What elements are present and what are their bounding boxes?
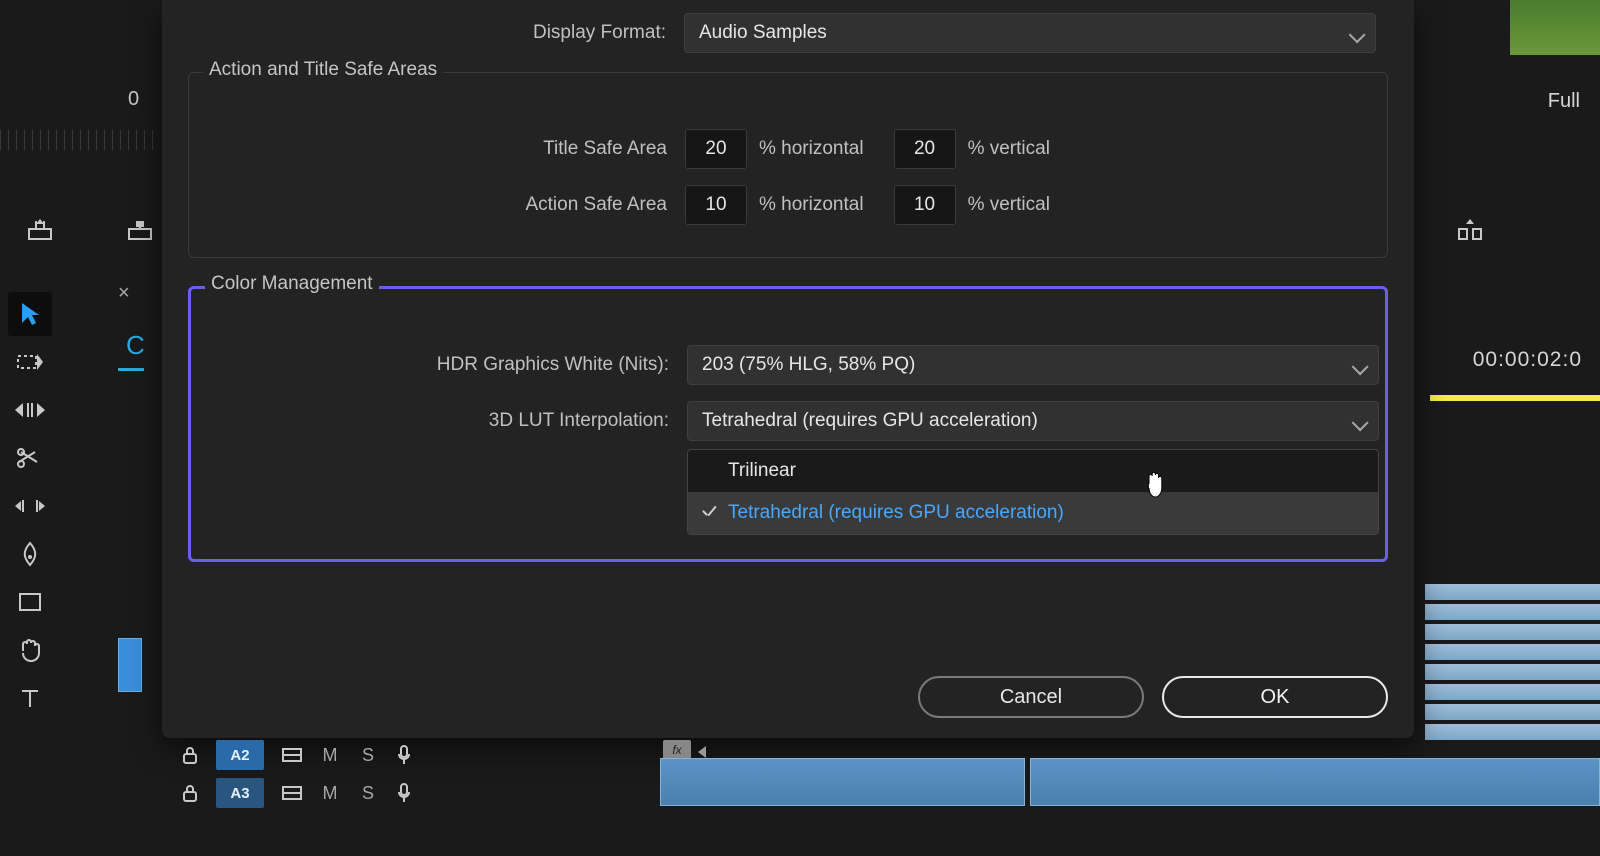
pct-horizontal-label-2: % horizontal <box>759 194 864 216</box>
action-safe-v-input[interactable]: 10 <box>894 185 956 225</box>
hdr-white-value: 203 (75% HLG, 58% PQ) <box>702 354 915 376</box>
timeline-track-headers: A2 M S A3 M S <box>182 736 412 812</box>
hdr-white-label: HDR Graphics White (Nits): <box>191 354 687 376</box>
safe-areas-legend: Action and Title Safe Areas <box>203 59 443 81</box>
audio-waveform-preview <box>1425 584 1600 754</box>
lut-interpolation-value: Tetrahedral (requires GPU acceleration) <box>702 410 1038 432</box>
work-area-bar[interactable] <box>1430 395 1600 401</box>
safe-areas-group: Action and Title Safe Areas Title Safe A… <box>188 72 1388 258</box>
display-format-value: Audio Samples <box>699 22 827 44</box>
ok-button[interactable]: OK <box>1162 676 1388 718</box>
voiceover-mic-icon[interactable] <box>396 783 412 803</box>
audio-clip[interactable] <box>660 758 1025 806</box>
type-tool[interactable] <box>8 676 52 720</box>
lock-icon[interactable] <box>182 746 198 764</box>
sync-lock-icon[interactable] <box>282 785 302 801</box>
track-row-a2: A2 M S <box>182 736 412 774</box>
fx-badge[interactable]: fx <box>663 740 691 760</box>
keyframe-marker-icon[interactable] <box>698 746 706 758</box>
lut-option-trilinear[interactable]: Trilinear <box>688 450 1378 492</box>
timeline-clip-stub[interactable] <box>118 638 142 692</box>
pct-vertical-label-2: % vertical <box>968 194 1050 216</box>
lut-interpolation-options: Trilinear Tetrahedral (requires GPU acce… <box>687 449 1379 535</box>
slip-tool[interactable] <box>8 484 52 528</box>
track-target-a3[interactable]: A3 <box>216 778 264 808</box>
overwrite-icon[interactable] <box>118 208 162 252</box>
solo-toggle[interactable]: S <box>358 783 378 804</box>
action-safe-label: Action Safe Area <box>189 194 685 216</box>
sequence-settings-dialog: Display Format: Audio Samples Action and… <box>162 0 1414 738</box>
solo-toggle[interactable]: S <box>358 745 378 766</box>
mute-toggle[interactable]: M <box>320 783 340 804</box>
lut-option-tetrahedral[interactable]: Tetrahedral (requires GPU acceleration) <box>688 492 1378 534</box>
panel-close-icon[interactable]: × <box>118 282 130 305</box>
color-management-group: Color Management HDR Graphics White (Nit… <box>188 286 1388 562</box>
tool-palette <box>0 200 60 724</box>
panel-tab-letter[interactable]: C <box>126 330 145 361</box>
title-safe-label: Title Safe Area <box>189 138 685 160</box>
title-safe-v-input[interactable]: 20 <box>894 129 956 169</box>
pen-tool[interactable] <box>8 532 52 576</box>
cancel-button[interactable]: Cancel <box>918 676 1144 718</box>
track-row-a3: A3 M S <box>182 774 412 812</box>
razor-tool[interactable] <box>8 436 52 480</box>
timecode-readout: 00:00:02:0 <box>1473 348 1582 372</box>
hdr-white-dropdown[interactable]: 203 (75% HLG, 58% PQ) <box>687 345 1379 385</box>
pct-vertical-label: % vertical <box>968 138 1050 160</box>
program-monitor-thumb <box>1510 0 1600 55</box>
pct-horizontal-label: % horizontal <box>759 138 864 160</box>
mute-toggle[interactable]: M <box>320 745 340 766</box>
track-target-a2[interactable]: A2 <box>216 740 264 770</box>
rectangle-tool[interactable] <box>8 580 52 624</box>
selection-tool[interactable] <box>8 292 52 336</box>
timeline-ruler <box>0 130 160 150</box>
lut-interpolation-dropdown[interactable]: Tetrahedral (requires GPU acceleration) <box>687 401 1379 441</box>
audio-clip[interactable] <box>1030 758 1600 806</box>
sync-lock-icon[interactable] <box>282 747 302 763</box>
display-format-label: Display Format: <box>162 22 684 44</box>
panel-tab-underline <box>118 368 144 371</box>
action-safe-h-input[interactable]: 10 <box>685 185 747 225</box>
title-safe-h-input[interactable]: 20 <box>685 129 747 169</box>
check-icon <box>700 504 718 522</box>
voiceover-mic-icon[interactable] <box>396 745 412 765</box>
color-management-legend: Color Management <box>205 273 379 295</box>
hand-tool[interactable] <box>8 628 52 672</box>
ripple-edit-tool[interactable] <box>8 388 52 432</box>
display-format-dropdown[interactable]: Audio Samples <box>684 13 1376 53</box>
extract-icon[interactable] <box>1448 208 1492 252</box>
ruler-zero: 0 <box>128 88 139 111</box>
track-select-tool[interactable] <box>8 340 52 384</box>
lock-icon[interactable] <box>182 784 198 802</box>
lut-interpolation-label: 3D LUT Interpolation: <box>191 410 687 432</box>
resolution-label[interactable]: Full <box>1548 90 1580 113</box>
